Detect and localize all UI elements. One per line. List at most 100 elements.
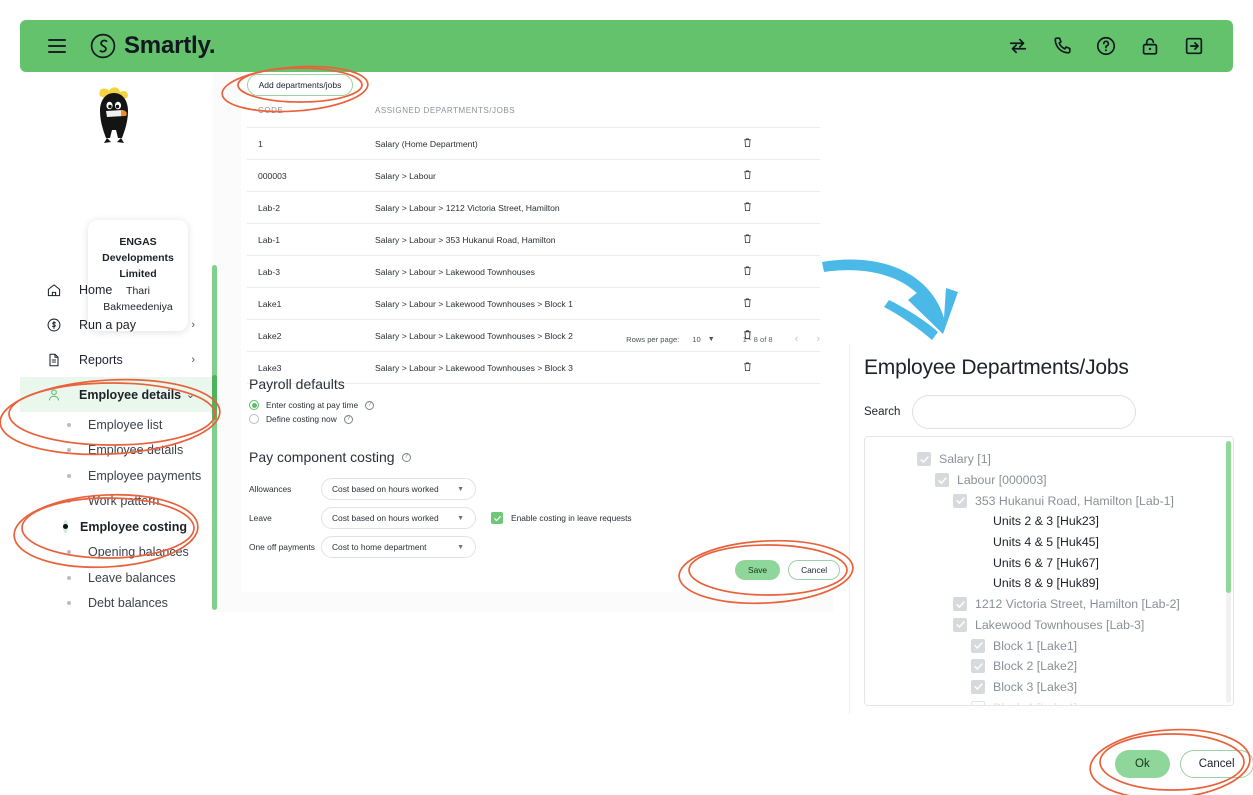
switch-icon[interactable] bbox=[1007, 35, 1029, 57]
delete-icon[interactable] bbox=[743, 169, 752, 180]
sidebar-item-home[interactable]: Home bbox=[20, 272, 215, 307]
chevron-down-icon[interactable]: ▼ bbox=[708, 336, 715, 343]
delete-icon[interactable] bbox=[743, 233, 752, 244]
tree-node-label: Block 2 [Lake2] bbox=[993, 659, 1078, 674]
cell-code: 1 bbox=[247, 127, 375, 160]
tree-node-units-6-7[interactable]: Units 6 & 7 [Huk67] bbox=[865, 552, 1228, 573]
next-page-button[interactable]: › bbox=[816, 333, 820, 345]
tree-node-units-2-3[interactable]: Units 2 & 3 [Huk23] bbox=[865, 511, 1228, 532]
one-off-payments-select[interactable]: Cost to home department ▼ bbox=[321, 536, 476, 558]
sidebar-item-leave-balances[interactable]: Leave balances bbox=[20, 565, 215, 591]
table-pagination: Rows per page: 10 ▼ 1 - 8 of 8 ‹ › bbox=[560, 333, 820, 345]
chevron-down-icon: ⌄ bbox=[185, 389, 195, 401]
delete-icon[interactable] bbox=[743, 137, 752, 148]
checkbox-unchecked-icon[interactable] bbox=[971, 700, 985, 705]
sidebar-item-employee-payments[interactable]: Employee payments bbox=[20, 463, 215, 489]
one-off-payments-field: One off payments Cost to home department… bbox=[249, 536, 476, 558]
hamburger-icon[interactable] bbox=[48, 39, 66, 53]
logout-icon[interactable] bbox=[1183, 35, 1205, 57]
column-header-assigned: ASSIGNED DEPARTMENTS/JOBS bbox=[375, 106, 735, 128]
delete-icon[interactable] bbox=[743, 297, 752, 308]
cell-action bbox=[735, 255, 820, 288]
sidebar-item-work-pattern[interactable]: Work pattern bbox=[20, 489, 215, 515]
brand-name: Smartly. bbox=[124, 32, 216, 59]
sidebar-item-employee-costing[interactable]: Employee costing bbox=[20, 514, 215, 540]
company-name-line2: Developments bbox=[102, 252, 174, 264]
checkbox-checked-icon[interactable] bbox=[953, 617, 967, 632]
checkbox-checked-icon[interactable] bbox=[917, 452, 931, 467]
brand-logo[interactable]: Smartly. bbox=[90, 32, 216, 60]
scroll-rail[interactable] bbox=[212, 265, 217, 610]
table-row[interactable]: Lake1 Salary > Labour > Lakewood Townhou… bbox=[247, 287, 820, 320]
sidebar-item-employee-details-sub[interactable]: Employee details bbox=[20, 438, 215, 464]
tree-node-block-3[interactable]: Block 3 [Lake3] bbox=[865, 677, 1228, 698]
save-button[interactable]: Save bbox=[735, 560, 781, 580]
tree-node-units-8-9[interactable]: Units 8 & 9 [Huk89] bbox=[865, 573, 1228, 594]
cell-assigned: Salary > Labour > Lakewood Townhouses bbox=[375, 255, 735, 288]
tree-node-label: Units 2 & 3 [Huk23] bbox=[993, 514, 1099, 529]
sidebar-item-reports[interactable]: Reports › bbox=[20, 342, 215, 377]
sidebar-item-debt-balances[interactable]: Debt balances bbox=[20, 591, 215, 617]
pay-component-costing-title-wrap: Pay component costing ? bbox=[249, 449, 411, 465]
chevron-down-icon: ▼ bbox=[457, 514, 464, 522]
checkbox-checked-icon[interactable] bbox=[935, 473, 949, 488]
table-row[interactable]: 1 Salary (Home Department) bbox=[247, 127, 820, 160]
enable-costing-checkbox[interactable] bbox=[491, 512, 503, 524]
delete-icon[interactable] bbox=[743, 201, 752, 212]
lock-icon[interactable] bbox=[1139, 35, 1161, 57]
table-row[interactable]: Lab-1 Salary > Labour > 353 Hukanui Road… bbox=[247, 223, 820, 256]
tree-node-block-2[interactable]: Block 2 [Lake2] bbox=[865, 656, 1228, 677]
leave-select[interactable]: Cost based on hours worked ▼ bbox=[321, 507, 476, 529]
tree-scrollbar-thumb[interactable] bbox=[1226, 441, 1231, 593]
chevron-right-icon: › bbox=[191, 353, 195, 366]
sidebar-item-leave-balances-label: Leave balances bbox=[88, 570, 176, 585]
checkbox-checked-icon[interactable] bbox=[953, 493, 967, 508]
phone-icon[interactable] bbox=[1051, 35, 1073, 57]
tree-node-salary[interactable]: Salary [1] bbox=[865, 449, 1228, 470]
chevron-right-icon: › bbox=[191, 318, 195, 331]
allowances-select[interactable]: Cost based on hours worked ▼ bbox=[321, 478, 476, 500]
delete-icon[interactable] bbox=[743, 361, 752, 372]
rows-per-page-value[interactable]: 10 bbox=[692, 335, 700, 344]
help-icon[interactable] bbox=[1095, 35, 1117, 57]
modal-cancel-button[interactable]: Cancel bbox=[1179, 750, 1253, 778]
delete-icon[interactable] bbox=[743, 265, 752, 276]
add-departments-jobs-button[interactable]: Add departments/jobs bbox=[247, 74, 353, 96]
tree-node-block-1[interactable]: Block 1 [Lake1] bbox=[865, 635, 1228, 656]
sidebar-item-run-a-pay[interactable]: Run a pay › bbox=[20, 307, 215, 342]
sidebar-item-employee-details[interactable]: Employee details ⌄ bbox=[20, 377, 215, 412]
tree-node-block-4[interactable]: Block 4 [Lake4] bbox=[865, 697, 1228, 705]
modal-ok-button[interactable]: Ok bbox=[1115, 750, 1170, 778]
cell-code: 000003 bbox=[247, 159, 375, 192]
help-icon[interactable]: ? bbox=[365, 400, 375, 410]
prev-page-button[interactable]: ‹ bbox=[795, 333, 799, 345]
tree-node-labour[interactable]: Labour [000003] bbox=[865, 470, 1228, 491]
checkbox-checked-icon[interactable] bbox=[971, 679, 985, 694]
sidebar-item-opening-balances[interactable]: Opening balances bbox=[20, 540, 215, 566]
search-label: Search bbox=[864, 406, 901, 418]
search-input[interactable] bbox=[912, 395, 1137, 429]
checkbox-checked-icon[interactable] bbox=[971, 659, 985, 674]
radio-enter-costing-at-pay-time[interactable]: Enter costing at pay time ? bbox=[249, 400, 375, 410]
checkbox-checked-icon[interactable] bbox=[953, 597, 967, 612]
radio-indicator bbox=[249, 414, 259, 424]
scroll-rail-thumb[interactable] bbox=[212, 375, 217, 420]
tree-node-victoria-street[interactable]: 1212 Victoria Street, Hamilton [Lab-2] bbox=[865, 594, 1228, 615]
leave-field: Leave Cost based on hours worked ▼ Enabl… bbox=[249, 507, 632, 529]
radio-define-costing-now[interactable]: Define costing now ? bbox=[249, 414, 353, 424]
cancel-button[interactable]: Cancel bbox=[788, 560, 841, 580]
tree-node-hukanui-road[interactable]: 353 Hukanui Road, Hamilton [Lab-1] bbox=[865, 490, 1228, 511]
table-row[interactable]: Lab-3 Salary > Labour > Lakewood Townhou… bbox=[247, 255, 820, 288]
table-row[interactable]: Lab-2 Salary > Labour > 1212 Victoria St… bbox=[247, 191, 820, 224]
tree-node-units-4-5[interactable]: Units 4 & 5 [Huk45] bbox=[865, 532, 1228, 553]
checkbox-checked-icon[interactable] bbox=[971, 638, 985, 653]
tree-node-label: Units 6 & 7 [Huk67] bbox=[993, 555, 1099, 570]
help-icon[interactable]: ? bbox=[401, 452, 411, 462]
table-row[interactable]: 000003 Salary > Labour bbox=[247, 159, 820, 192]
annotation-arrow bbox=[822, 259, 958, 340]
tree-node-lakewood-townhouses[interactable]: Lakewood Townhouses [Lab-3] bbox=[865, 615, 1228, 636]
help-icon[interactable]: ? bbox=[343, 414, 353, 424]
sidebar-item-employee-list[interactable]: Employee list bbox=[20, 412, 215, 438]
bullet-icon bbox=[67, 422, 71, 427]
penguin-avatar-icon bbox=[99, 87, 128, 143]
